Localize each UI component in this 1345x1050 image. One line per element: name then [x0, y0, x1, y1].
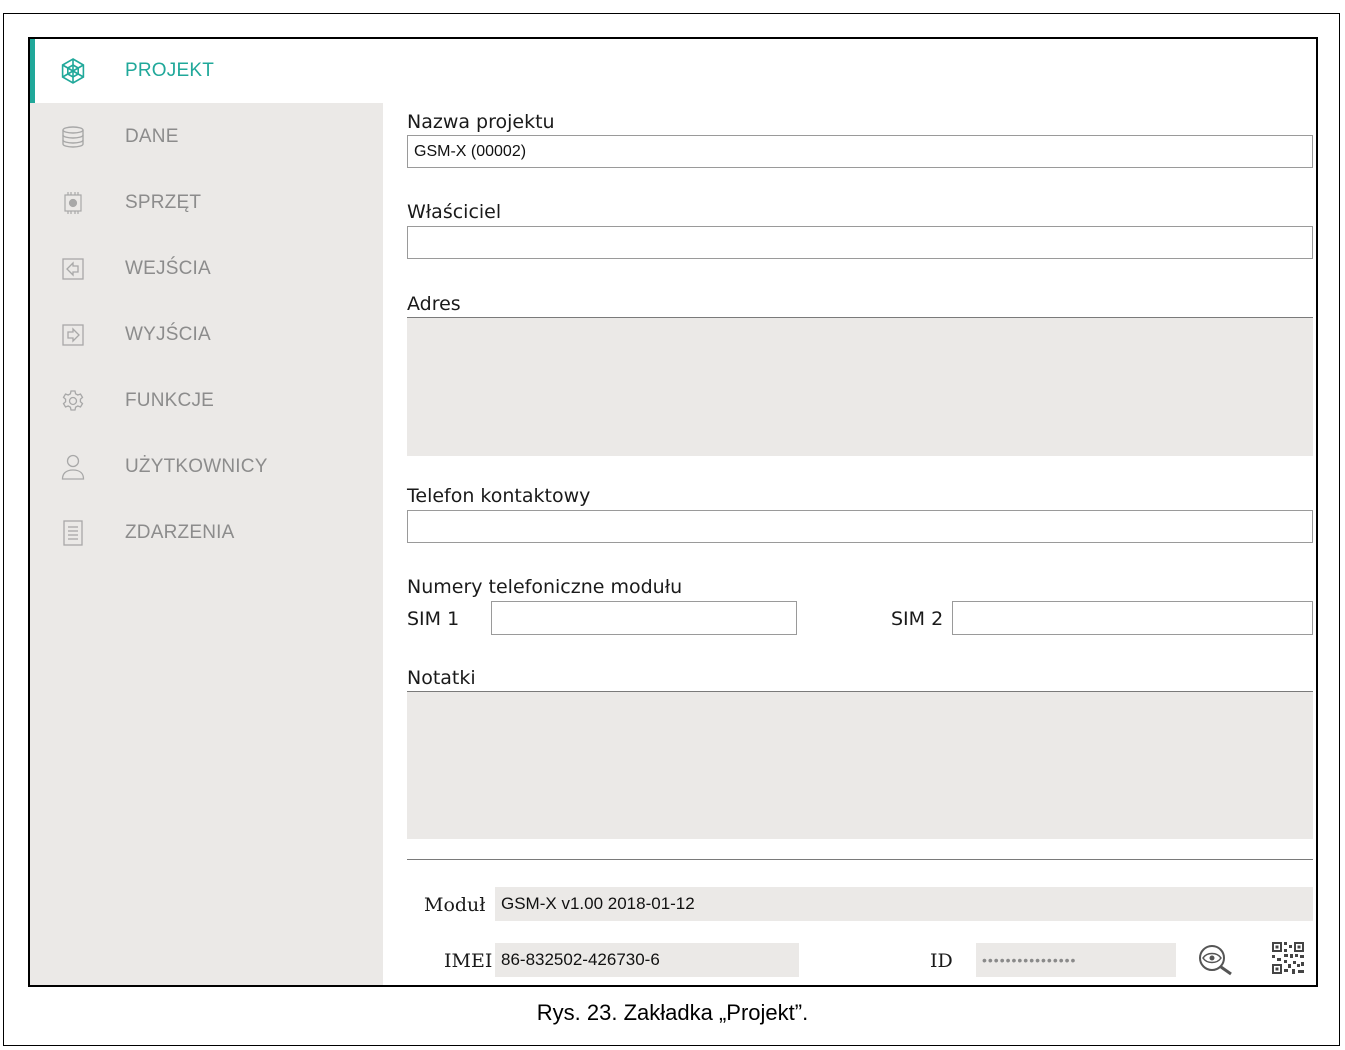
- sidebar-item-label: SPRZĘT: [125, 192, 202, 213]
- show-id-eye-icon[interactable]: [1198, 944, 1234, 981]
- sidebar-item-label: FUNKCJE: [125, 390, 215, 411]
- sidebar-item-funkcje[interactable]: FUNKCJE: [30, 369, 383, 433]
- sim1-label: SIM 1: [407, 608, 460, 630]
- contact-phone-input[interactable]: [407, 510, 1313, 543]
- sidebar-item-label: UŻYTKOWNICY: [125, 456, 268, 477]
- contact-phone-label: Telefon kontaktowy: [407, 485, 591, 507]
- events-list-icon: [60, 520, 86, 546]
- sidebar-item-projekt[interactable]: PROJEKT: [30, 39, 383, 103]
- sidebar: PROJEKT DANE SPRZĘT WEJŚCIA WYJŚCIA FUNK…: [30, 39, 383, 985]
- user-icon: [60, 454, 86, 480]
- sim2-label: SIM 2: [891, 608, 944, 630]
- gear-icon: [60, 388, 86, 414]
- sidebar-item-wejscia[interactable]: WEJŚCIA: [30, 237, 383, 301]
- project-name-input[interactable]: [407, 135, 1313, 168]
- info-divider: [407, 859, 1313, 860]
- owner-input[interactable]: [407, 226, 1313, 259]
- notes-label: Notatki: [407, 667, 476, 689]
- database-icon: [60, 124, 86, 150]
- id-label: ID: [930, 950, 953, 972]
- sidebar-item-wyjscia[interactable]: WYJŚCIA: [30, 303, 383, 367]
- project-name-label: Nazwa projektu: [407, 111, 555, 133]
- output-icon: [60, 322, 86, 348]
- id-value: ••••••••••••••••: [976, 943, 1176, 977]
- project-form: Nazwa projektu Właściciel Adres Telefon …: [383, 39, 1316, 985]
- module-value: GSM-X v1.00 2018-01-12: [495, 887, 1313, 921]
- sidebar-item-label: PROJEKT: [125, 60, 215, 81]
- imei-label: IMEI: [444, 950, 493, 972]
- imei-value: 86-832502-426730-6: [495, 943, 799, 977]
- notes-textarea[interactable]: [407, 691, 1313, 839]
- hardware-chip-icon: [60, 190, 86, 216]
- sim1-input[interactable]: [491, 601, 797, 635]
- address-textarea[interactable]: [407, 317, 1313, 456]
- module-phone-numbers-label: Numery telefoniczne modułu: [407, 576, 683, 598]
- address-label: Adres: [407, 293, 461, 315]
- sidebar-item-sprzet[interactable]: SPRZĘT: [30, 171, 383, 235]
- sidebar-item-uzytkownicy[interactable]: UŻYTKOWNICY: [30, 435, 383, 499]
- sim2-input[interactable]: [952, 601, 1313, 635]
- project-logo-icon: [60, 58, 86, 84]
- sidebar-item-zdarzenia[interactable]: ZDARZENIA: [30, 501, 383, 565]
- input-icon: [60, 256, 86, 282]
- app-window: PROJEKT DANE SPRZĘT WEJŚCIA WYJŚCIA FUNK…: [28, 37, 1318, 987]
- sidebar-item-label: DANE: [125, 126, 179, 147]
- sidebar-item-label: ZDARZENIA: [125, 522, 235, 543]
- figure-caption: Rys. 23. Zakładka „Projekt”.: [536, 1000, 809, 1025]
- sidebar-item-dane[interactable]: DANE: [30, 105, 383, 169]
- qr-code-icon[interactable]: [1270, 940, 1306, 981]
- sidebar-item-label: WYJŚCIA: [125, 324, 211, 345]
- sidebar-item-label: WEJŚCIA: [125, 258, 211, 279]
- module-label: Moduł: [424, 894, 486, 916]
- owner-label: Właściciel: [407, 201, 502, 223]
